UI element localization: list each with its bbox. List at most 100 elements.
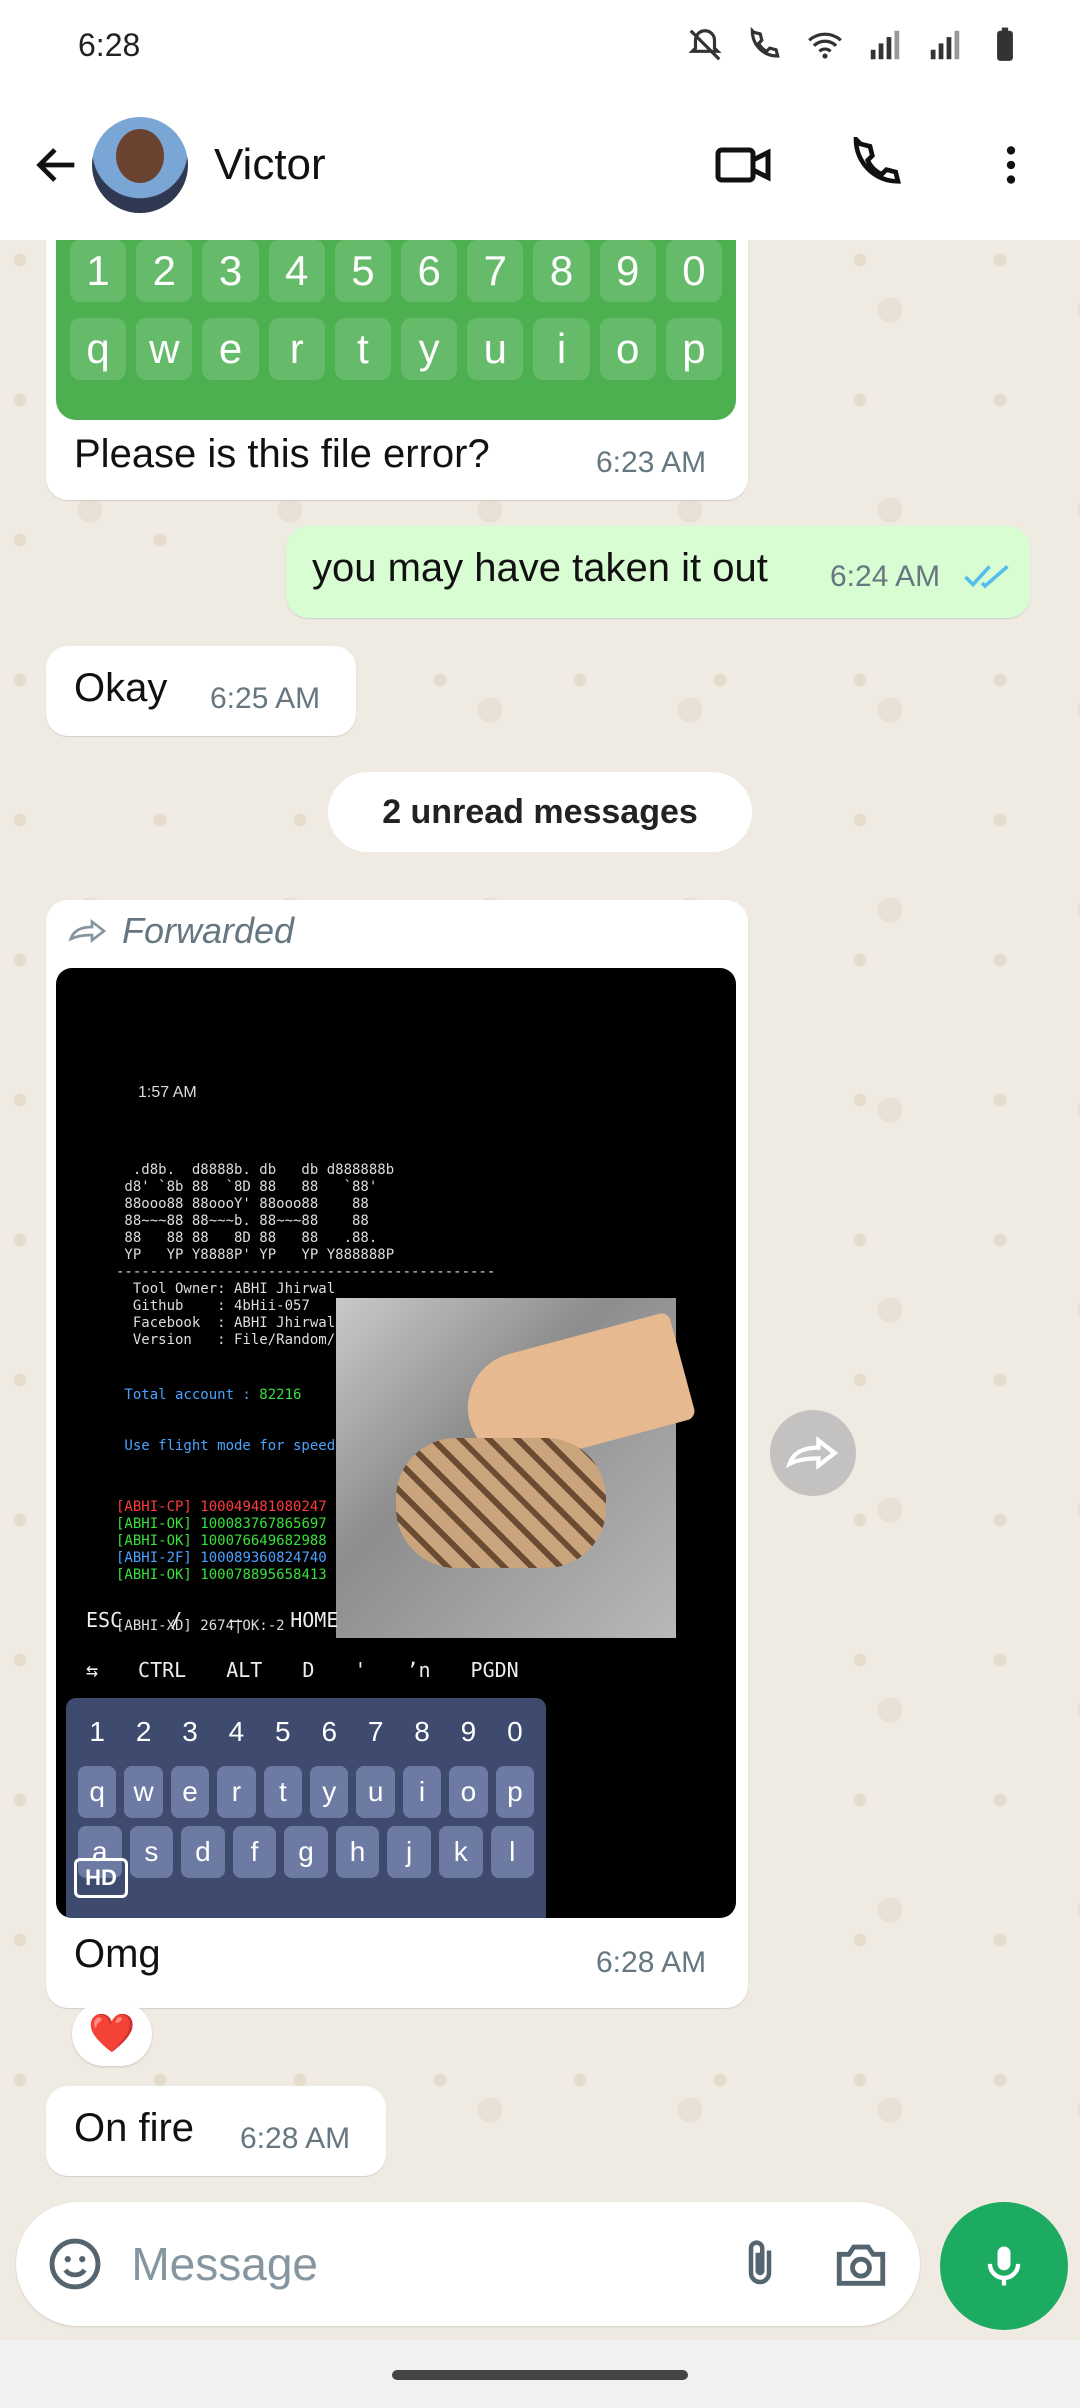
terminal-line: YP YP Y8888P' YP YP Y888888P	[116, 1247, 395, 1263]
key: 5	[334, 240, 392, 302]
key: 1	[89, 1716, 105, 1747]
heart-reaction[interactable]: ❤️	[72, 2002, 152, 2066]
microphone-icon	[987, 2246, 1021, 2286]
key: i	[402, 1766, 442, 1818]
status-time: 6:28	[78, 26, 141, 63]
message-text: you may have taken it out	[312, 546, 768, 590]
more-options-button[interactable]	[966, 120, 1056, 210]
avatar[interactable]	[92, 117, 188, 213]
voice-call-button[interactable]	[832, 120, 922, 210]
message-text: Please is this file error?	[74, 432, 490, 476]
key: 9	[599, 240, 656, 302]
signal-icon	[870, 30, 900, 60]
key: d	[181, 1826, 225, 1878]
terminal-key: HOME	[290, 1608, 339, 1632]
camera-icon	[837, 2244, 886, 2286]
kitten-video-overlay	[336, 1298, 676, 1638]
incoming-message[interactable]: Okay 6:25 AM	[46, 646, 356, 736]
key: s	[129, 1826, 174, 1878]
emoji-icon	[49, 2238, 101, 2290]
attach-button[interactable]	[729, 2229, 790, 2299]
incoming-message[interactable]: 1234567890 qwertyuiop Please is this fil…	[46, 240, 748, 500]
double-check-read-icon	[964, 565, 1009, 589]
forwarded-label: Forwarded	[122, 910, 295, 951]
attached-image[interactable]: 1:57 AM .d8b. d8888b. db db d888888b d8'…	[56, 968, 736, 1918]
key: 7	[367, 1716, 384, 1747]
terminal-line: ----------------------------------------…	[116, 1264, 496, 1280]
key: 7	[467, 240, 524, 302]
key: r	[217, 1766, 256, 1818]
forward-button[interactable]	[770, 1410, 856, 1496]
unread-messages-divider: 2 unread messages	[328, 772, 752, 852]
video-call-button[interactable]	[698, 120, 788, 210]
message-composer	[16, 2202, 920, 2326]
terminal-key: ⇆	[86, 1658, 99, 1682]
key: p	[665, 318, 723, 380]
camera-button[interactable]	[831, 2229, 892, 2299]
paperclip-icon	[748, 2240, 772, 2285]
key: 2	[136, 240, 193, 302]
key: w	[124, 1766, 163, 1818]
attached-image[interactable]: 1234567890 qwertyuiop	[56, 240, 736, 420]
forward-arrow-icon	[68, 918, 107, 944]
terminal-key: D	[302, 1658, 315, 1682]
message-input[interactable]	[131, 2237, 730, 2291]
key: g	[284, 1826, 328, 1878]
terminal-line: Tool Owner: ABHI Jhirwal	[116, 1281, 336, 1297]
message-time: 6:28 AM	[596, 1946, 707, 1979]
key: q	[70, 318, 127, 380]
key: 2	[135, 1716, 152, 1747]
status-icons	[686, 26, 1024, 64]
terminal-extra-keys-row1: ESC / — HOME	[86, 1608, 606, 1632]
phone-icon	[853, 137, 901, 184]
terminal-key: —	[230, 1608, 243, 1632]
key: j	[387, 1826, 431, 1878]
incoming-message[interactable]: On fire 6:28 AM	[46, 2086, 386, 2176]
voice-message-button[interactable]	[940, 2202, 1068, 2330]
message-time: 6:25 AM	[210, 682, 321, 715]
key: p	[495, 1766, 535, 1818]
key: 0	[507, 1716, 523, 1747]
header-actions	[698, 120, 1056, 210]
wifi-icon	[808, 32, 842, 59]
chat-header: Victor	[0, 90, 1080, 240]
key: 5	[275, 1716, 291, 1747]
key: 3	[202, 240, 259, 302]
message-time: 6:24 AM	[830, 560, 941, 593]
forwarded-indicator: Forwarded	[68, 910, 294, 952]
key: u	[356, 1766, 395, 1818]
key: 8	[533, 240, 590, 302]
home-indicator[interactable]	[392, 2370, 688, 2380]
terminal-extra-keys-row2: ⇆ CTRL ALT D ' ʼn PGDN	[86, 1658, 606, 1682]
terminal-key: PGDN	[470, 1658, 519, 1682]
forward-icon	[786, 1435, 839, 1471]
key: 4	[228, 1716, 245, 1747]
key: k	[438, 1826, 483, 1878]
emoji-button[interactable]	[44, 2229, 105, 2299]
image-number-row: 1234567890	[62, 240, 730, 302]
incoming-media-message[interactable]: Forwarded 1:57 AM .d8b. d8888b. db db d8…	[46, 900, 748, 2008]
terminal-line: d8' `8b 88 `8D 88 88 `88'	[116, 1179, 378, 1195]
contact-name[interactable]: Victor	[214, 140, 698, 190]
more-vertical-icon	[1006, 146, 1016, 184]
terminal-key: CTRL	[138, 1658, 187, 1682]
message-text: On fire	[74, 2106, 195, 2150]
terminal-key: /	[170, 1608, 183, 1632]
key: e	[202, 318, 259, 380]
chat-area[interactable]: 1234567890 qwertyuiop Please is this fil…	[0, 240, 1080, 2200]
key: l	[490, 1826, 535, 1878]
back-button[interactable]	[12, 120, 102, 210]
key: o	[599, 318, 656, 380]
key: t	[263, 1766, 303, 1818]
key: t	[334, 318, 392, 380]
outgoing-message[interactable]: you may have taken it out 6:24 AM	[286, 526, 1030, 618]
terminal-line: 88 88 88 8D 88 88 .88.	[116, 1230, 378, 1246]
battery-icon	[997, 27, 1013, 61]
terminal-key: ʼn	[406, 1658, 431, 1682]
key: o	[449, 1766, 488, 1818]
key: u	[467, 318, 524, 380]
mute-bell-icon	[688, 29, 722, 61]
terminal-key: ALT	[226, 1658, 263, 1682]
terminal-key: '	[354, 1658, 367, 1682]
key: f	[232, 1826, 277, 1878]
